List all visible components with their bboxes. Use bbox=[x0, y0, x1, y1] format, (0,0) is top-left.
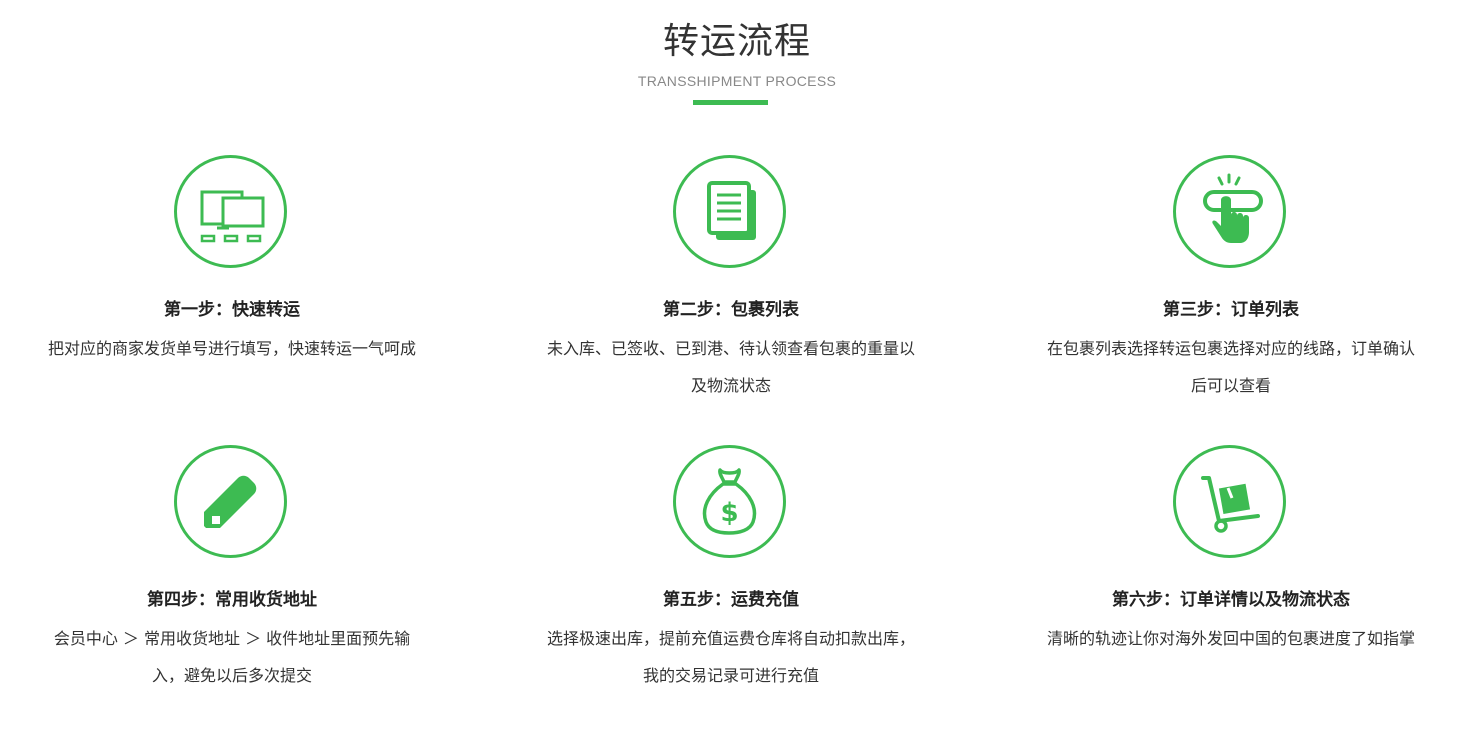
hand-truck-icon bbox=[1201, 476, 1260, 533]
step-6-description: 清晰的轨迹让你对海外发回中国的包裹进度了如指掌 bbox=[1046, 629, 1415, 648]
step-4-description: 会员中心 ＞ 常用收货地址 ＞ 收件地址里面预先输入，避免以后多次提交 bbox=[53, 629, 411, 685]
step-2-icon-circle bbox=[673, 155, 786, 268]
step-5-title: 第五步：运费充值 bbox=[663, 590, 799, 610]
title-underline bbox=[693, 100, 768, 105]
section-subtitle: TRANSSHIPMENT PROCESS bbox=[637, 73, 837, 89]
step-6-icon-circle bbox=[1173, 445, 1286, 558]
step-2-description: 未入库、已签收、已到港、待认领查看包裹的重量以及物流状态 bbox=[546, 339, 915, 395]
step-5-description: 选择极速出库，提前充值运费仓库将自动扣款出库，我的交易记录可进行充值 bbox=[546, 629, 915, 685]
step-1-title: 第一步：快速转运 bbox=[164, 300, 300, 320]
step-4-icon-circle bbox=[174, 445, 287, 558]
svg-text:$: $ bbox=[720, 498, 738, 528]
documents-icon bbox=[707, 181, 756, 240]
money-bag-icon: $ bbox=[702, 468, 757, 535]
step-1-icon-circle bbox=[174, 155, 287, 268]
step-1-description: 把对应的商家发货单号进行填写，快速转运一气呵成 bbox=[47, 339, 416, 358]
step-6-title: 第六步：订单详情以及物流状态 bbox=[1112, 590, 1350, 610]
devices-icon bbox=[200, 190, 265, 243]
step-4-title: 第四步：常用收货地址 bbox=[147, 590, 317, 610]
step-5-icon-circle: $ bbox=[673, 445, 786, 558]
step-3-icon-circle bbox=[1173, 155, 1286, 268]
step-2-title: 第二步：包裹列表 bbox=[663, 300, 799, 320]
step-3-description: 在包裹列表选择转运包裹选择对应的线路，订单确认后可以查看 bbox=[1046, 339, 1415, 395]
hand-click-icon bbox=[1203, 173, 1263, 243]
section-title: 转运流程 bbox=[662, 21, 811, 62]
step-3-title: 第三步：订单列表 bbox=[1163, 300, 1299, 320]
pencil-icon bbox=[204, 475, 257, 528]
